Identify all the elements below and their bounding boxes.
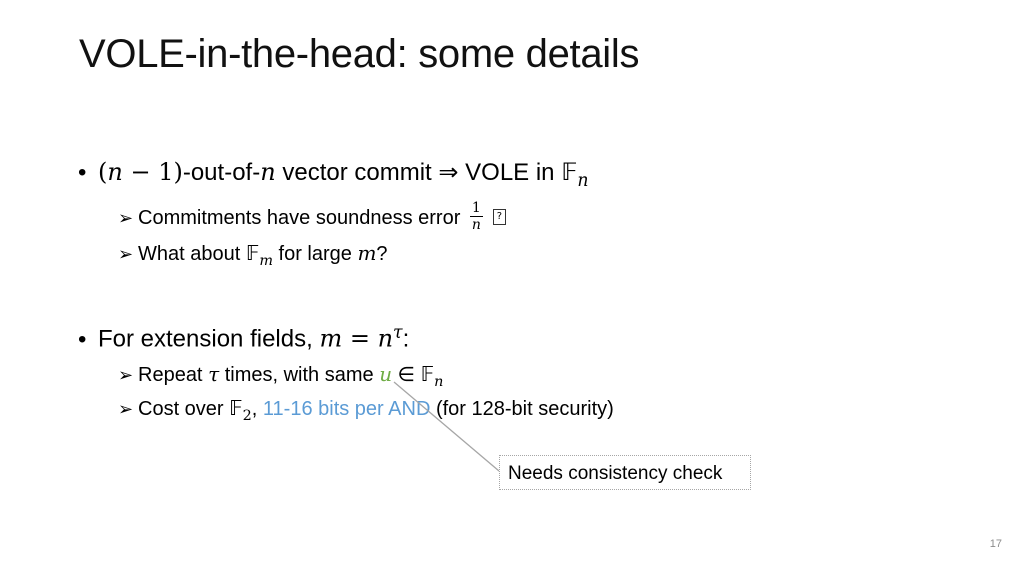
- arrow-bullet-icon: ➢: [118, 207, 134, 228]
- text: Cost over: [138, 398, 230, 420]
- field-symbol: 𝔽: [229, 396, 243, 420]
- bullet-marker: •: [78, 325, 87, 353]
- field-subscript: n: [577, 171, 589, 192]
- fraction-1-over-n: 1n: [469, 200, 483, 233]
- math-var-u: u: [379, 362, 393, 386]
- subbullet-cost: ➢ Cost over 𝔽2, 11-16 bits per AND (for 1…: [118, 398, 614, 423]
- field-subscript: 2: [242, 408, 252, 425]
- math-n-minus-1: (n − 1): [98, 158, 183, 186]
- text: :: [402, 325, 410, 353]
- bullet-vector-commit: • (n − 1)-out-of-n vector commit ⇒ VOLE i…: [78, 160, 588, 190]
- subbullet-large-m: ➢ What about 𝔽m for large m?: [118, 243, 388, 268]
- arrow-bullet-icon: ➢: [118, 365, 134, 385]
- subbullet-soundness-error: ➢ Commitments have soundness error 1 n?: [118, 200, 506, 234]
- fraction-numerator: 1: [469, 200, 483, 217]
- field-symbol: 𝔽: [245, 241, 260, 265]
- text: Repeat: [138, 364, 209, 386]
- text: vector commit ⇒ VOLE in: [275, 159, 562, 186]
- page-number: 17: [989, 538, 1002, 550]
- arrow-bullet-icon: ➢: [118, 399, 134, 419]
- text: Commitments have soundness error: [138, 206, 466, 229]
- element-of-symbol: ∈: [392, 364, 421, 386]
- callout-box: Needs consistency check: [499, 455, 751, 490]
- field-symbol: 𝔽: [420, 362, 435, 386]
- text: ,: [251, 398, 263, 420]
- subbullet-repeat-tau: ➢ Repeat τ times, with same u ∈ 𝔽n: [118, 364, 443, 389]
- math-var-tau: τ: [208, 362, 220, 386]
- slide: VOLE-in-the-head: some details • (n − 1)-…: [0, 0, 1024, 576]
- text: For extension fields,: [98, 325, 320, 353]
- bullet-extension-fields: • For extension fields, m = nτ:: [78, 323, 410, 353]
- text: (for 128-bit security): [430, 398, 614, 420]
- field-subscript: m: [259, 253, 273, 270]
- math-var-m: m: [357, 241, 377, 265]
- cost-highlight: 11-16 bits per AND: [262, 398, 431, 420]
- field-subscript: n: [434, 374, 444, 391]
- text: for large: [272, 243, 358, 265]
- text: ?: [376, 243, 388, 265]
- callout-text: Needs consistency check: [508, 463, 723, 484]
- text: -out-of-: [182, 159, 261, 186]
- fraction-denominator: n: [471, 217, 481, 233]
- math-m-equals-n: m = n: [319, 324, 394, 353]
- text: times, with same: [219, 364, 380, 386]
- field-symbol: 𝔽: [561, 158, 578, 186]
- slide-title: VOLE-in-the-head: some details: [79, 32, 640, 76]
- math-var-n: n: [260, 158, 276, 186]
- connector-arrow-icon: [393, 381, 509, 480]
- text: What about: [138, 243, 246, 265]
- missing-glyph-icon: ?: [492, 208, 506, 225]
- bullet-marker: •: [78, 159, 87, 186]
- arrow-bullet-icon: ➢: [118, 244, 134, 264]
- math-superscript-tau: τ: [393, 323, 403, 343]
